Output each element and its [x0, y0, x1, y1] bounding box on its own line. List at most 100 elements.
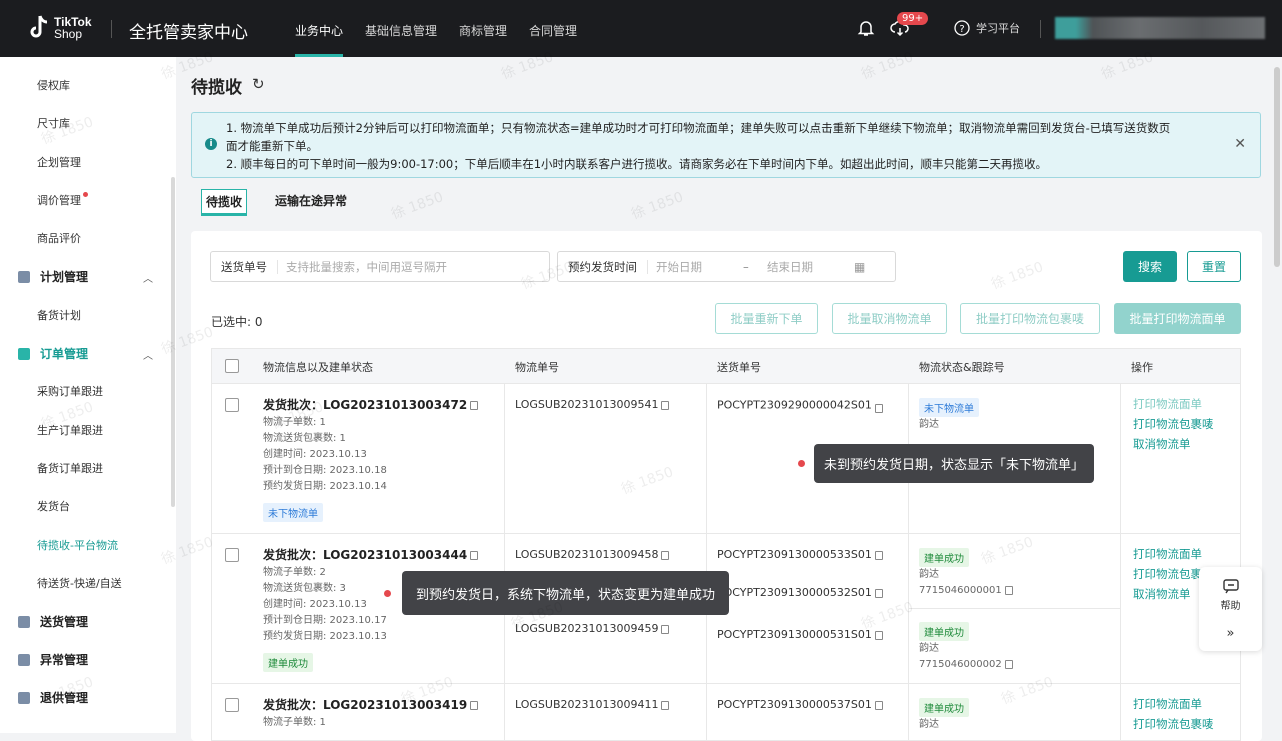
ship-date: 预约发货日期: 2023.10.14 [263, 481, 387, 492]
bulk-cancel-button[interactable]: 批量取消物流单 [832, 303, 947, 334]
chevron-up-icon[interactable]: ︿ [143, 270, 153, 285]
status-badge: 未下物流单 [263, 503, 323, 522]
logistics-no[interactable]: LOGSUB20231013009541 [515, 398, 670, 411]
ship-date: 预约发货日期: 2023.10.13 [263, 631, 387, 642]
row-checkbox[interactable] [225, 698, 239, 712]
nav-business-center[interactable]: 业务中心 [295, 22, 344, 57]
close-icon[interactable]: ✕ [1234, 135, 1246, 153]
divider [111, 20, 112, 38]
row-checkbox[interactable] [225, 398, 239, 412]
copy-icon[interactable] [874, 588, 883, 598]
sidebar-group-order[interactable]: 订单管理 [18, 345, 88, 362]
sidebar-item-pending-delivery[interactable]: 待送货-快递/自送 [37, 575, 122, 591]
bulk-print-label-button[interactable]: 批量打印物流面单 [1114, 303, 1241, 334]
print-label-link[interactable]: 打印物流面单 [1133, 694, 1214, 714]
sidebar-item-price-adjust[interactable]: 调价管理 [37, 192, 88, 208]
copy-icon[interactable] [661, 700, 670, 710]
delivery-no[interactable]: POCYPT2309130000537S01 [717, 698, 883, 711]
batch-id-text: 发货批次：LOG20231013003419 [263, 698, 468, 712]
tab-pending-pickup[interactable]: 待揽收 [201, 189, 248, 216]
tiktok-logo-icon [30, 15, 48, 38]
bulk-reorder-button[interactable]: 批量重新下单 [715, 303, 818, 334]
copy-icon[interactable] [470, 401, 479, 410]
copy-icon[interactable] [661, 624, 670, 634]
delivery-no-text: POCYPT2309130000531S01 [717, 628, 872, 641]
delivery-no-filter[interactable]: 送货单号 支持批量搜索，中间用逗号隔开 [210, 251, 550, 282]
delivery-no[interactable]: POCYPT2309130000531S01 [717, 628, 883, 641]
help-widget[interactable]: 帮助 » [1199, 567, 1262, 651]
sidebar-group-plan[interactable]: 计划管理 [18, 268, 88, 285]
nav-basic-info[interactable]: 基础信息管理 [365, 22, 437, 57]
bulk-print-package-button[interactable]: 批量打印物流包裹唛 [960, 303, 1100, 334]
copy-icon[interactable] [1004, 659, 1013, 669]
copy-icon[interactable] [1004, 585, 1013, 595]
copy-icon[interactable] [470, 701, 479, 710]
print-package-link[interactable]: 打印物流包裹唛 [1133, 414, 1214, 434]
collapse-icon[interactable]: » [1199, 626, 1262, 641]
ship-date-filter[interactable]: 预约发货时间 开始日期 – 结束日期 ▦ [557, 251, 896, 282]
col-status: 物流状态&跟踪号 [919, 361, 1005, 374]
learning-platform-link[interactable]: ? 学习平台 [954, 20, 1020, 36]
sidebar-item-reviews[interactable]: 商品评价 [37, 230, 81, 246]
copy-icon[interactable] [661, 400, 670, 410]
status-badge: 建单成功 [919, 622, 969, 641]
sidebar-group-delivery[interactable]: 送货管理 [18, 613, 88, 630]
tab-transit-exception[interactable]: 运输在途异常 [271, 189, 351, 216]
print-label-link[interactable]: 打印物流面单 [1133, 394, 1214, 414]
delivery-no[interactable]: POCYPT2309130000533S01 [717, 548, 883, 561]
copy-icon[interactable] [874, 550, 883, 560]
logistics-no[interactable]: LOGSUB20231013009411 [515, 698, 670, 711]
help-circle-icon: ? [954, 20, 970, 36]
copy-icon[interactable] [874, 700, 883, 710]
row-checkbox[interactable] [225, 548, 239, 562]
sidebar-item-shipping-desk[interactable]: 发货台 [37, 498, 70, 514]
col-logistics-info: 物流信息以及建单状态 [263, 361, 373, 374]
scrollbar-thumb[interactable] [1274, 67, 1280, 267]
delivery-no-input[interactable]: 支持批量搜索，中间用逗号隔开 [278, 259, 447, 275]
search-button[interactable]: 搜索 [1123, 251, 1177, 282]
annotation-dot [384, 590, 391, 597]
nav-trademark[interactable]: 商标管理 [459, 22, 507, 57]
select-all-checkbox[interactable] [225, 359, 239, 373]
batch-id[interactable]: 发货批次：LOG20231013003419 [263, 696, 479, 713]
batch-id[interactable]: 发货批次：LOG20231013003444 [263, 546, 479, 563]
delivery-no[interactable]: POCYPT2309130000532S01 [717, 586, 883, 599]
copy-icon[interactable] [874, 404, 883, 413]
print-package-link[interactable]: 打印物流包裹唛 [1133, 714, 1214, 734]
col-actions: 操作 [1131, 361, 1153, 374]
calendar-icon[interactable]: ▦ [854, 260, 865, 274]
logo-line2: Shop [54, 27, 83, 41]
delivery-no-text: POCYPT2309130000532S01 [717, 586, 872, 599]
logistics-no[interactable]: LOGSUB20231013009458 [515, 548, 670, 561]
cancel-logistics-link[interactable]: 取消物流单 [1133, 434, 1214, 454]
refresh-icon[interactable]: ↻ [252, 75, 265, 93]
sidebar-group-label: 计划管理 [40, 270, 89, 284]
eta-warehouse: 预计到仓日期: 2023.10.18 [263, 465, 387, 476]
sidebar-item-planning[interactable]: 企划管理 [37, 154, 81, 170]
bell-icon[interactable] [857, 19, 875, 37]
chevron-up-icon[interactable]: ︿ [143, 347, 153, 362]
sidebar-item-stock-plan[interactable]: 备货计划 [37, 307, 81, 323]
sidebar-item-pending-pickup[interactable]: 待揽收-平台物流 [37, 537, 118, 553]
col-delivery-no: 送货单号 [717, 361, 761, 374]
red-dot-indicator [83, 192, 88, 197]
sidebar-item-po-follow[interactable]: 采购订单跟进 [37, 383, 103, 399]
chat-icon [1222, 579, 1239, 594]
batch-id-text: 发货批次：LOG20231013003444 [263, 548, 468, 562]
copy-icon[interactable] [661, 550, 670, 560]
sidebar-item-infringement[interactable]: 侵权库 [37, 77, 70, 93]
delivery-no[interactable]: POCYPT2309290000042S01 [717, 398, 883, 413]
start-date-input[interactable]: 开始日期 [648, 259, 743, 275]
tracking-no[interactable]: 7715046000002 [919, 657, 1013, 673]
page-scrollbar[interactable] [1273, 57, 1281, 733]
copy-icon[interactable] [874, 630, 883, 640]
sidebar-group-exception[interactable]: 异常管理 [18, 651, 88, 668]
end-date-input[interactable]: 结束日期 [759, 259, 854, 275]
sidebar-item-stock-order[interactable]: 备货订单跟进 [37, 460, 103, 476]
tiktok-shop-logo[interactable]: TikTok Shop [28, 14, 92, 42]
user-account-blurred[interactable] [1055, 17, 1265, 39]
print-label-link[interactable]: 打印物流面单 [1133, 544, 1214, 564]
reset-button[interactable]: 重置 [1187, 251, 1241, 282]
tracking-no[interactable]: 7715046000001 [919, 583, 1013, 599]
copy-icon[interactable] [470, 551, 479, 560]
